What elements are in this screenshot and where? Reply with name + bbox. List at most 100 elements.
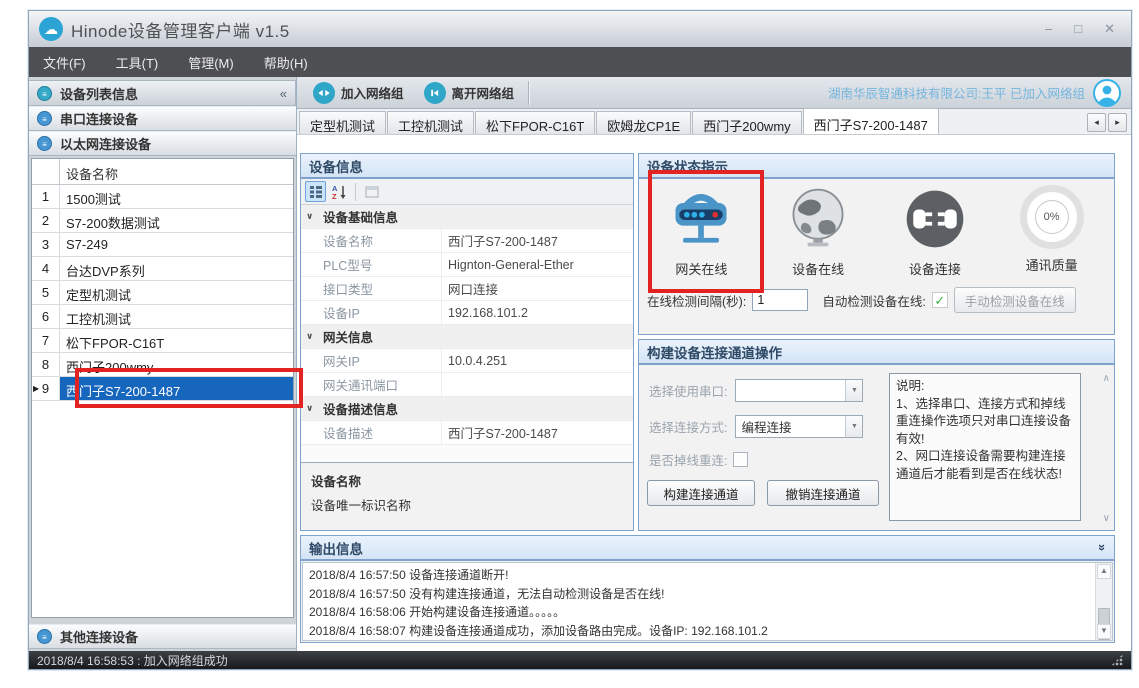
alphabetical-sort-button[interactable]: AZ — [329, 181, 350, 202]
revoke-channel-button[interactable]: 撤销连接通道 — [767, 480, 879, 506]
category-collapse-icon: ∨ — [306, 331, 313, 342]
channel-note-text: 说明: 1、选择串口、连接方式和掉线重连操作选项只对串口连接设备有效! 2、网口… — [889, 373, 1081, 521]
minimize-button[interactable]: – — [1045, 21, 1052, 37]
property-row[interactable]: ∨ 设备描述 西门子S7-200-1487 — [301, 421, 633, 445]
combo-arrow-icon: ▼ — [845, 416, 862, 437]
connect-mode-label: 选择连接方式: — [649, 417, 727, 436]
log-line: 2018/8/4 16:57:50 设备连接通道断开! — [309, 566, 1090, 585]
scroll-up-icon[interactable]: ▲ — [1097, 564, 1111, 579]
log-scrollbar[interactable]: ▲ ▼ — [1095, 563, 1112, 640]
tab-scroll-left-button[interactable]: ◂ — [1087, 113, 1106, 132]
menu-bar: 文件(F) 工具(T) 管理(M) 帮助(H) — [29, 47, 1131, 77]
comm-quality-indicator: 0% 通讯质量 — [997, 185, 1107, 278]
ethernet-section-icon: ≡ — [37, 136, 52, 151]
log-line: 2018/8/4 16:58:07 构建设备连接通道成功，添加设备路由完成。设备… — [309, 622, 1090, 641]
property-description-text: 设备唯一标识名称 — [311, 495, 623, 514]
leave-network-group-button[interactable]: 离开网络组 — [414, 79, 525, 107]
property-row[interactable]: ∨ 设备基础信息 — [301, 205, 633, 229]
log-line: 2018/8/4 16:58:06 开始构建设备连接通道。。。。。 — [309, 603, 1090, 622]
connect-mode-select[interactable]: 编程连接 ▼ — [735, 415, 863, 438]
device-tab[interactable]: 定型机测试 — [299, 111, 386, 134]
property-row[interactable]: ∨ 接口类型 网口连接 — [301, 277, 633, 301]
property-row[interactable]: ∨ 设备名称 西门子S7-200-1487 — [301, 229, 633, 253]
manual-detect-button[interactable]: 手动检测设备在线 — [954, 287, 1076, 313]
device-row[interactable]: ▶1 1500测试 — [32, 185, 293, 209]
channel-operation-panel: 构建设备连接通道操作 选择使用串口: ▼ 选择连接方式: 编程连接 ▼ — [638, 339, 1115, 531]
toolbar-separator — [528, 81, 529, 105]
combo-arrow-icon: ▼ — [845, 380, 862, 401]
categorized-view-button[interactable] — [305, 181, 326, 202]
menu-item[interactable]: 工具(T) — [116, 53, 159, 72]
device-row[interactable]: ▶4 台达DVP系列 — [32, 257, 293, 281]
status-bar-text: 2018/8/4 16:58:53 : 加入网络组成功 — [37, 652, 228, 669]
device-row[interactable]: ▶5 定型机测试 — [32, 281, 293, 305]
maximize-button[interactable]: □ — [1074, 21, 1082, 37]
interval-label: 在线检测间隔(秒): — [647, 291, 746, 310]
auto-detect-checkbox[interactable]: ✓ — [932, 292, 948, 308]
scroll-down-icon[interactable]: ▼ — [1097, 624, 1111, 639]
output-panel: 输出信息 » 2018/8/4 16:57:50 设备连接通道断开!2018/8… — [300, 535, 1115, 643]
app-status-bar: 2018/8/4 16:58:53 : 加入网络组成功 — [29, 651, 1131, 669]
menu-item[interactable]: 文件(F) — [43, 53, 86, 72]
app-logo-cloud-icon: ☁ — [39, 17, 63, 41]
sidebar-item-ethernet-devices[interactable]: ≡ 以太网连接设备 — [29, 131, 296, 156]
quality-percent: 0% — [1044, 211, 1060, 223]
sidebar-collapse-button[interactable]: « — [280, 86, 287, 101]
category-collapse-icon: ∨ — [306, 211, 313, 222]
device-connect-indicator: 设备连接 — [880, 185, 990, 278]
property-row[interactable]: ∨ 网关信息 — [301, 325, 633, 349]
device-row[interactable]: ▶3 S7-249 — [32, 233, 293, 257]
join-network-group-button[interactable]: 加入网络组 — [303, 79, 414, 107]
sidebar-item-other-devices[interactable]: ≡ 其他连接设备 — [29, 624, 296, 649]
device-list-sidebar: ≡ 设备列表信息 « ≡ 串口连接设备 ≡ 以太网连接设备 设备名称 — [29, 77, 297, 651]
property-row[interactable]: ∨ 网关通讯端口 — [301, 373, 633, 397]
reconnect-checkbox[interactable] — [733, 452, 748, 467]
sidebar-header: ≡ 设备列表信息 « — [29, 80, 296, 106]
sidebar-item-serial-devices[interactable]: ≡ 串口连接设备 — [29, 106, 296, 131]
device-row[interactable]: ▶7 松下FPOR-C16T — [32, 329, 293, 353]
menu-item[interactable]: 管理(M) — [188, 53, 234, 72]
device-tab-strip: 定型机测试工控机测试松下FPOR-C16T欧姆龙CP1E西门子200wmy西门子… — [297, 109, 1131, 135]
property-row[interactable]: ∨ 网关IP 10.0.4.251 — [301, 349, 633, 373]
login-status-text: 湖南华辰智通科技有限公司:王平 已加入网络组 — [828, 83, 1085, 102]
build-channel-button[interactable]: 构建连接通道 — [647, 480, 755, 506]
property-row[interactable]: ∨ 设备描述信息 — [301, 397, 633, 421]
auto-detect-label: 自动检测设备在线: — [822, 291, 925, 310]
device-row[interactable]: ▶2 S7-200数据测试 — [32, 209, 293, 233]
log-line: 2018/8/4 16:57:50 没有构建连接通道，无法自动检测设备是否在线! — [309, 585, 1090, 604]
output-collapse-icon[interactable]: » — [1095, 544, 1110, 551]
device-tab[interactable]: 欧姆龙CP1E — [596, 111, 691, 134]
device-list-icon: ≡ — [37, 86, 52, 101]
device-tab[interactable]: 西门子200wmy — [692, 111, 801, 134]
property-grid: ∨ 设备基础信息 ∨ 设备名称 西门子S7-200-1487 ∨ — [301, 205, 633, 462]
annotation-selected-device — [75, 368, 303, 408]
device-row[interactable]: ▶6 工控机测试 — [32, 305, 293, 329]
device-tab[interactable]: 工控机测试 — [387, 111, 474, 134]
device-tab[interactable]: 松下FPOR-C16T — [475, 111, 595, 134]
property-pages-button[interactable] — [361, 181, 382, 202]
note-scroll-up-icon[interactable]: ∧ — [1103, 373, 1110, 384]
close-button[interactable]: ✕ — [1104, 21, 1115, 37]
globe-icon — [784, 185, 852, 253]
quality-ring-icon: 0% — [1020, 185, 1084, 249]
plug-connect-icon — [901, 185, 969, 253]
resize-grip[interactable] — [1111, 654, 1123, 666]
property-description-title: 设备名称 — [311, 471, 623, 490]
device-tab[interactable]: 西门子S7-200-1487 — [803, 108, 939, 134]
serial-port-label: 选择使用串口: — [649, 381, 727, 400]
other-section-icon: ≡ — [37, 629, 52, 644]
serial-port-select[interactable]: ▼ — [735, 379, 863, 402]
channel-panel-title: 构建设备连接通道操作 — [647, 342, 782, 362]
device-info-title: 设备信息 — [309, 156, 363, 176]
output-panel-title: 输出信息 — [309, 538, 363, 558]
user-avatar[interactable] — [1093, 79, 1121, 107]
property-row[interactable]: ∨ PLC型号 Hignton-General-Ether — [301, 253, 633, 277]
property-grid-toolbar: AZ — [301, 179, 633, 205]
property-description-box: 设备名称 设备唯一标识名称 — [301, 462, 633, 530]
svg-text:Z: Z — [332, 192, 337, 200]
tab-scroll-right-button[interactable]: ▸ — [1108, 113, 1127, 132]
property-row[interactable]: ∨ 设备IP 192.168.101.2 — [301, 301, 633, 325]
note-scroll-down-icon[interactable]: ∨ — [1103, 513, 1110, 524]
menu-item[interactable]: 帮助(H) — [264, 53, 308, 72]
selected-row-marker-icon: ▶ — [33, 384, 39, 393]
